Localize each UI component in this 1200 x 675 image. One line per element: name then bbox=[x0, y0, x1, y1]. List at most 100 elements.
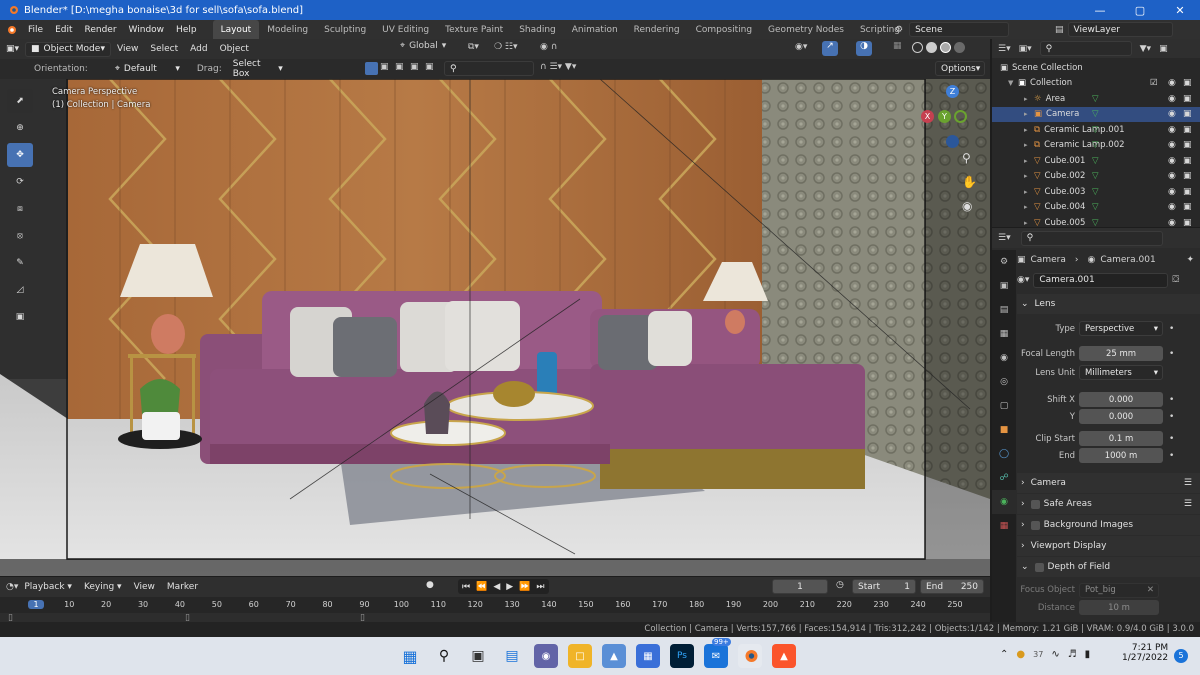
eye-icon[interactable]: ◉ bbox=[1168, 202, 1176, 212]
file-explorer-icon[interactable]: □ bbox=[568, 644, 592, 668]
scene-name[interactable]: Scene bbox=[909, 22, 1010, 37]
menu-file[interactable]: File bbox=[22, 20, 49, 39]
fake-user-shield-icon[interactable]: ⛋ bbox=[1172, 275, 1179, 285]
safe-areas-checkbox[interactable] bbox=[1030, 499, 1040, 509]
constraints-tab-icon[interactable]: ☍ bbox=[992, 466, 1016, 490]
timeline-editor-icon[interactable]: ◔▾ bbox=[6, 582, 18, 592]
list-icon[interactable]: ☰ bbox=[1184, 499, 1192, 509]
select-invert-icon[interactable]: ▣ bbox=[410, 62, 423, 75]
solid-shading-icon[interactable] bbox=[926, 42, 937, 53]
menu-window[interactable]: Window bbox=[123, 20, 171, 39]
end-frame-field[interactable]: End 250 bbox=[920, 579, 984, 594]
eye-icon[interactable]: ◉ bbox=[1168, 109, 1176, 119]
visibility-icon[interactable]: ◉▾ bbox=[795, 42, 807, 52]
menu-render[interactable]: Render bbox=[79, 20, 123, 39]
expand-chevron-icon[interactable]: ▸ bbox=[1024, 188, 1034, 196]
clock[interactable]: 7:21 PM 1/27/2022 bbox=[1122, 643, 1168, 663]
eye-icon[interactable]: ◉ bbox=[1168, 140, 1176, 150]
safe-areas-panel-header[interactable]: › Safe Areas ☰ bbox=[1017, 494, 1200, 514]
menu-playback[interactable]: Playback ▾ bbox=[18, 582, 78, 592]
properties-search-input[interactable]: ⚲ bbox=[1020, 230, 1163, 246]
current-frame-field[interactable]: 1 bbox=[772, 579, 828, 594]
data-icon[interactable]: ▽ bbox=[1092, 218, 1099, 228]
viewport-display-panel-header[interactable]: › Viewport Display bbox=[1017, 536, 1200, 556]
focal-length-field[interactable]: 25 mm bbox=[1079, 346, 1163, 361]
transform-tool-icon[interactable]: ⦻ bbox=[7, 224, 33, 248]
orientation-dropdown[interactable]: ⌖ Default ▾ bbox=[110, 62, 185, 77]
tab-animation[interactable]: Animation bbox=[564, 20, 626, 39]
checkbox-icon[interactable]: ☑ bbox=[1150, 78, 1158, 88]
outliner-search-input[interactable]: ⚲ bbox=[1039, 41, 1132, 56]
output-tab-icon[interactable]: ▤ bbox=[992, 298, 1016, 322]
render-camera-icon[interactable]: ▣ bbox=[1183, 171, 1192, 181]
teams-chat-icon[interactable]: ◉ bbox=[534, 644, 558, 668]
camera-view-icon[interactable]: ◉ bbox=[962, 199, 972, 213]
type-dropdown[interactable]: Perspective ▾ bbox=[1079, 321, 1163, 336]
display-mode-icon[interactable]: ▣▾ bbox=[1019, 44, 1032, 54]
tray-chevron-icon[interactable]: ⌃ bbox=[1000, 649, 1008, 660]
background-images-checkbox[interactable] bbox=[1030, 520, 1040, 530]
camera-data-tab-icon[interactable]: ◉ bbox=[992, 490, 1016, 514]
render-camera-icon[interactable]: ▣ bbox=[1183, 156, 1192, 166]
camera-panel-header[interactable]: › Camera ☰ bbox=[1017, 473, 1200, 493]
datablock-name-field[interactable]: Camera.001 bbox=[1033, 272, 1169, 288]
data-icon[interactable]: ▽ bbox=[1092, 140, 1099, 150]
record-icon[interactable]: ● bbox=[426, 580, 434, 590]
frame-ruler[interactable]: 1 10 20 30 40 50 60 70 80 90 100 110 120 130 140 150 160… bbox=[0, 597, 990, 613]
3d-viewport[interactable]: Camera Perspective (1) Collection | Came… bbox=[0, 79, 990, 576]
mail-icon[interactable]: ✉ 99+ bbox=[704, 638, 731, 668]
clip-end-field[interactable]: 1000 m bbox=[1079, 448, 1163, 463]
eye-icon[interactable]: ◉ bbox=[1168, 125, 1176, 135]
eye-icon[interactable]: ◉ bbox=[1168, 156, 1176, 166]
data-icon[interactable]: ▽ bbox=[1092, 156, 1099, 166]
rendered-shading-icon[interactable] bbox=[954, 42, 965, 53]
outliner-item[interactable]: ▸ ▽ Cube.001 ▽ ◉ ▣ bbox=[992, 153, 1200, 169]
data-icon[interactable]: ▽ bbox=[1092, 171, 1099, 181]
jump-keyframe-back-icon[interactable]: ⏪ bbox=[476, 582, 487, 592]
photos-icon[interactable]: ▲ bbox=[602, 644, 626, 668]
wireframe-shading-icon[interactable] bbox=[912, 42, 923, 53]
viewlayer-selector[interactable]: ▤ ViewLayer bbox=[1055, 22, 1173, 37]
keyframe-dot-icon[interactable]: • bbox=[1169, 395, 1174, 405]
move-tool-icon[interactable]: ✥ bbox=[7, 143, 33, 167]
scene-selector[interactable]: ⚙ Scene bbox=[895, 22, 1010, 37]
menu-help[interactable]: Help bbox=[170, 20, 203, 39]
render-camera-icon[interactable]: ▣ bbox=[1183, 140, 1192, 150]
collection-row[interactable]: ▼ ▣ Collection ☑ ◉ ▣ bbox=[992, 76, 1200, 92]
add-cube-tool-icon[interactable]: ▣ bbox=[7, 305, 33, 329]
filter-icon[interactable]: ∩ ☰▾ ▼▾ bbox=[540, 62, 576, 72]
material-shading-icon[interactable] bbox=[940, 42, 951, 53]
expand-chevron-icon[interactable]: ▸ bbox=[1024, 219, 1034, 227]
weather-icon[interactable]: ● bbox=[1016, 649, 1025, 660]
outliner-item[interactable]: ▸ ▽ Cube.002 ▽ ◉ ▣ bbox=[992, 169, 1200, 185]
render-camera-icon[interactable]: ▣ bbox=[1183, 109, 1192, 119]
shift-y-field[interactable]: 0.000 bbox=[1079, 409, 1163, 424]
keyframe-dot-icon[interactable]: • bbox=[1169, 434, 1174, 444]
pivot-icon[interactable]: ⧉▾ bbox=[468, 42, 479, 52]
jump-start-icon[interactable]: ⏮ bbox=[462, 582, 470, 592]
jump-end-icon[interactable]: ⏭ bbox=[536, 582, 544, 592]
play-icon[interactable]: ▶ bbox=[506, 582, 513, 592]
xray-icon[interactable]: ▦ bbox=[893, 41, 902, 51]
eye-icon[interactable]: ◉ bbox=[1168, 187, 1176, 197]
cursor-tool-icon[interactable]: ⊕ bbox=[7, 116, 33, 140]
tab-compositing[interactable]: Compositing bbox=[688, 20, 760, 39]
minimize-button[interactable]: — bbox=[1080, 0, 1120, 20]
scale-tool-icon[interactable]: ⧈ bbox=[7, 197, 33, 221]
menu-add[interactable]: Add bbox=[184, 44, 213, 54]
render-camera-icon[interactable]: ▣ bbox=[1183, 218, 1192, 228]
snap-icon[interactable]: ❍ ☷▾ bbox=[494, 42, 518, 52]
gizmo-toggle-icon[interactable]: ↗ bbox=[822, 41, 838, 56]
outliner-item[interactable]: ▸ ☼ Area ▽ ◉ ▣ bbox=[992, 91, 1200, 107]
tool-tab-icon[interactable]: ⚙ bbox=[992, 250, 1016, 274]
render-camera-icon[interactable]: ▣ bbox=[1183, 125, 1192, 135]
scene-collection-row[interactable]: ▣ Scene Collection bbox=[992, 60, 1200, 76]
outliner-item[interactable]: ▸ ▣ Camera ▽ ◉ ▣ bbox=[992, 106, 1200, 122]
options-dropdown[interactable]: Options ▾ bbox=[935, 61, 985, 76]
new-collection-icon[interactable]: ▣ bbox=[1159, 44, 1168, 54]
tab-geometry-nodes[interactable]: Geometry Nodes bbox=[760, 20, 852, 39]
outliner-item[interactable]: ▸ ▽ Cube.004 ▽ ◉ ▣ bbox=[992, 200, 1200, 216]
select-subtract-icon[interactable]: ▣ bbox=[395, 62, 408, 75]
expand-chevron-icon[interactable]: ▸ bbox=[1024, 126, 1034, 134]
render-camera-icon[interactable]: ▣ bbox=[1183, 78, 1192, 88]
